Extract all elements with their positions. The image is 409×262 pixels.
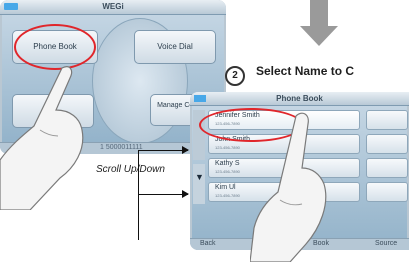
- contact-number: 123-456-7890: [215, 169, 240, 174]
- screen2-title: Phone Book: [276, 94, 323, 103]
- pointing-hand-icon: [0, 66, 84, 210]
- callout-arrowhead-icon: [182, 146, 189, 154]
- callout-arrowhead-icon: [182, 190, 189, 198]
- side-button[interactable]: [366, 158, 408, 178]
- down-arrow-shaft: [310, 0, 328, 28]
- side-button[interactable]: [366, 134, 408, 154]
- contact-number: 123-456-7890: [215, 193, 240, 198]
- pointing-hand-icon: [250, 112, 327, 262]
- scroll-down-button[interactable]: [193, 164, 205, 204]
- side-button[interactable]: [366, 182, 408, 202]
- step-number-badge: 2: [225, 66, 245, 86]
- down-arrow-icon: [300, 26, 338, 46]
- callout-line: [138, 150, 188, 151]
- callout-line: [138, 150, 139, 240]
- back-button[interactable]: Back: [200, 238, 216, 250]
- scroll-callout-label: Scroll Up/Down: [96, 164, 165, 175]
- voice-dial-button[interactable]: Voice Dial: [134, 30, 216, 64]
- contact-name: Kathy S: [215, 160, 240, 167]
- side-button[interactable]: [366, 110, 408, 130]
- scroll-down-icon: ▼: [195, 172, 204, 182]
- screen1-title: WEGi: [102, 2, 124, 11]
- step-instruction: Select Name to C: [256, 64, 355, 78]
- contact-number: 123-456-7890: [215, 145, 240, 150]
- source-button[interactable]: Source: [375, 238, 397, 250]
- callout-line: [138, 194, 188, 195]
- contact-name: Kim Ul: [215, 184, 236, 191]
